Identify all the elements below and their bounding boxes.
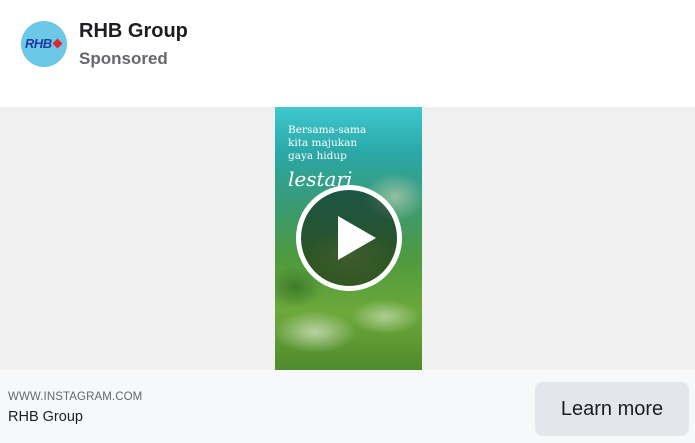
video-overlay-text: Bersama-sama kita majukan gaya hidup <box>288 124 366 163</box>
link-domain: WWW.INSTAGRAM.COM <box>8 391 143 403</box>
video-thumbnail[interactable]: Bersama-sama kita majukan gaya hidup les… <box>275 107 422 370</box>
media-area: Bersama-sama kita majukan gaya hidup les… <box>0 107 695 370</box>
logo-diamond-icon <box>52 38 63 49</box>
overlay-line: gaya hidup <box>288 150 347 162</box>
rhb-logo: RHB <box>25 36 52 51</box>
play-button[interactable] <box>296 185 402 291</box>
overlay-line: kita majukan <box>288 137 358 149</box>
overlay-line: Bersama-sama <box>288 124 367 136</box>
post-header: RHB RHB Group Sponsored <box>0 0 695 107</box>
link-title: RHB Group <box>8 409 83 425</box>
avatar[interactable]: RHB <box>21 21 67 67</box>
play-icon <box>338 216 376 260</box>
page-name[interactable]: RHB Group <box>79 20 188 43</box>
learn-more-button[interactable]: Learn more <box>535 382 689 436</box>
sponsored-label: Sponsored <box>79 49 168 68</box>
ad-footer[interactable]: WWW.INSTAGRAM.COM RHB Group Learn more <box>0 370 695 443</box>
